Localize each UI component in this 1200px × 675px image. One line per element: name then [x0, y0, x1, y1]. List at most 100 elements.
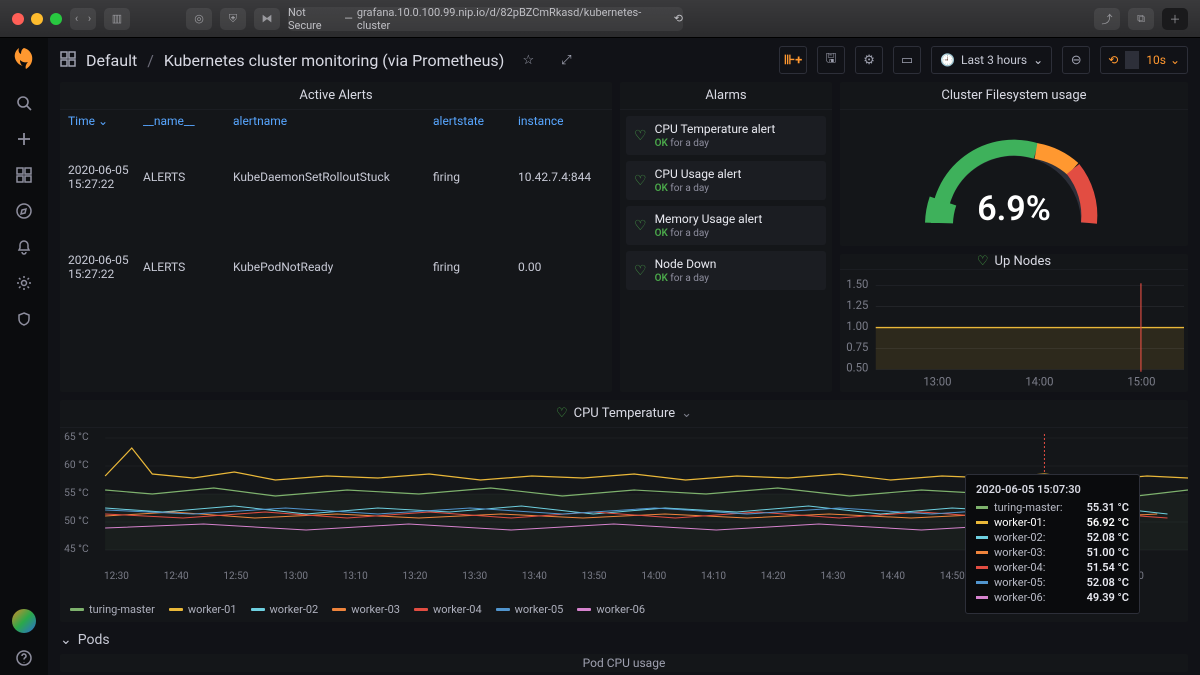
- address-bar[interactable]: Not Secure — grafana.10.0.100.99.nip.io/…: [288, 7, 683, 31]
- panel-filesystem-gauge: Cluster Filesystem usage 6.: [840, 82, 1188, 246]
- panel-title[interactable]: Cluster Filesystem usage: [840, 82, 1188, 110]
- grafana-logo-icon[interactable]: [10, 46, 38, 74]
- alarm-item[interactable]: ♡Node DownOK for a day: [626, 251, 826, 290]
- svg-text:50 °C: 50 °C: [64, 516, 89, 527]
- svg-text:0.75: 0.75: [846, 340, 868, 354]
- new-tab-icon[interactable]: ＋: [1162, 8, 1188, 30]
- tabs-icon[interactable]: ⧉: [1128, 8, 1154, 30]
- security-label: Not Secure: [288, 6, 340, 32]
- heart-icon: ♡: [977, 254, 989, 269]
- alarm-item[interactable]: ♡Memory Usage alertOK for a day: [626, 206, 826, 245]
- url-text: grafana.10.0.100.99.nip.io/d/82pBZCmRkas…: [357, 6, 664, 32]
- minimize-window-icon[interactable]: [31, 13, 43, 25]
- user-avatar[interactable]: [12, 609, 36, 633]
- chevron-down-icon: ⌄: [681, 406, 692, 421]
- table-row[interactable]: 2020-06-05 15:27:22ALERTSKubePodNotReady…: [60, 222, 612, 312]
- tooltip-row: turing-master:55.31 °C: [976, 500, 1129, 515]
- up-nodes-chart[interactable]: 1.50 1.25 1.00 0.75 0.50 13:00 14:00 15:00: [844, 274, 1184, 390]
- privacy-shield-icon[interactable]: ⛨: [220, 8, 246, 30]
- browser-chrome: ‹› ▥ ◎ ⛨ ⧓ Not Secure — grafana.10.0.100…: [0, 0, 1200, 38]
- panel-up-nodes: ♡Up Nodes 1.50 1.25 1.00 0.75 0.50: [840, 254, 1188, 392]
- heart-icon: ♡: [634, 218, 647, 234]
- svg-text:1.25: 1.25: [846, 298, 868, 312]
- dashboard-topbar: Default / Kubernetes cluster monitoring …: [48, 38, 1200, 82]
- col-alertstate[interactable]: alertstate: [433, 114, 518, 128]
- help-icon[interactable]: [7, 641, 41, 675]
- heart-icon: ♡: [634, 263, 647, 279]
- dashboard-settings-icon[interactable]: ⚙: [855, 46, 883, 74]
- create-icon[interactable]: [7, 122, 41, 156]
- heart-icon: ♡: [634, 173, 647, 189]
- col-instance[interactable]: instance: [518, 114, 604, 128]
- breadcrumb-dashboard[interactable]: Kubernetes cluster monitoring (via Prome…: [164, 51, 504, 70]
- zoom-out-icon[interactable]: ⊖: [1062, 46, 1090, 74]
- svg-text:65 °C: 65 °C: [64, 432, 89, 443]
- legend-item[interactable]: turing-master: [70, 603, 155, 616]
- shield-icon[interactable]: ◎: [186, 8, 212, 30]
- svg-text:13:00: 13:00: [923, 375, 951, 389]
- legend-item[interactable]: worker-02: [251, 603, 319, 616]
- app-sidebar: [0, 38, 48, 675]
- rss-icon[interactable]: ⧓: [254, 8, 280, 30]
- table-header: Time ⌄ __name__ alertname alertstate ins…: [60, 110, 612, 132]
- svg-text:15:00: 15:00: [1127, 375, 1155, 389]
- time-range-picker[interactable]: 🕘 Last 3 hours ⌄: [931, 46, 1052, 74]
- search-icon[interactable]: [7, 86, 41, 120]
- panel-title[interactable]: ♡CPU Temperature⌄: [60, 400, 1188, 428]
- panel-active-alerts: Active Alerts Time ⌄ __name__ alertname …: [60, 82, 612, 392]
- share-dashboard-icon[interactable]: ⤢: [552, 46, 580, 74]
- dashboards-grid-icon[interactable]: [60, 51, 76, 70]
- breadcrumb-workspace[interactable]: Default: [86, 51, 137, 70]
- legend-item[interactable]: worker-03: [332, 603, 400, 616]
- alerting-icon[interactable]: [7, 230, 41, 264]
- reload-icon[interactable]: ⟲: [674, 12, 683, 25]
- close-window-icon[interactable]: [12, 13, 24, 25]
- explore-icon[interactable]: [7, 194, 41, 228]
- alarm-item[interactable]: ♡CPU Usage alertOK for a day: [626, 161, 826, 200]
- add-panel-button[interactable]: ⊪+: [779, 46, 807, 74]
- svg-text:1.00: 1.00: [846, 319, 868, 333]
- star-icon[interactable]: ☆: [514, 46, 542, 74]
- alarm-item[interactable]: ♡CPU Temperature alertOK for a day: [626, 116, 826, 155]
- nav-back-forward[interactable]: ‹›: [70, 8, 96, 30]
- col-alertname[interactable]: alertname: [233, 114, 433, 128]
- tooltip-row: worker-05:52.08 °C: [976, 575, 1129, 590]
- tooltip-row: worker-02:52.08 °C: [976, 530, 1129, 545]
- chevron-down-icon: ⌄: [1170, 53, 1180, 67]
- panel-title[interactable]: Active Alerts: [60, 82, 612, 110]
- sidebar-toggle-icon[interactable]: ▥: [104, 8, 130, 30]
- table-row[interactable]: 2020-06-05 15:27:22ALERTSKubeDaemonSetRo…: [60, 132, 612, 222]
- legend-item[interactable]: worker-05: [496, 603, 564, 616]
- save-dashboard-icon[interactable]: 🖫: [817, 46, 845, 74]
- tooltip-row: worker-04:51.54 °C: [976, 560, 1129, 575]
- svg-text:55 °C: 55 °C: [64, 488, 89, 499]
- svg-text:1.50: 1.50: [846, 277, 868, 291]
- svg-text:0.50: 0.50: [846, 361, 868, 375]
- share-icon[interactable]: ⤴: [1094, 8, 1120, 30]
- server-admin-icon[interactable]: [7, 302, 41, 336]
- legend-item[interactable]: worker-04: [414, 603, 482, 616]
- heart-icon: ♡: [556, 406, 568, 421]
- legend-item[interactable]: worker-01: [169, 603, 237, 616]
- refresh-icon: ⟲: [1108, 53, 1118, 67]
- col-time[interactable]: Time ⌄: [68, 114, 143, 128]
- refresh-picker[interactable]: ⟲ 10s ⌄: [1100, 46, 1188, 74]
- maximize-window-icon[interactable]: [50, 13, 62, 25]
- configuration-icon[interactable]: [7, 266, 41, 300]
- gauge-chart: 6.9%: [919, 123, 1109, 233]
- section-toggle-pods[interactable]: ⌄Pods: [60, 632, 1188, 648]
- panel-title[interactable]: ♡Up Nodes: [840, 254, 1188, 270]
- tooltip-row: worker-03:51.00 °C: [976, 545, 1129, 560]
- chart-tooltip: 2020-06-05 15:07:30 turing-master:55.31 …: [965, 474, 1140, 614]
- cycle-view-icon[interactable]: ▭: [893, 46, 921, 74]
- panel-pod-cpu-usage[interactable]: Pod CPU usage: [60, 654, 1188, 672]
- clock-icon: 🕘: [940, 53, 955, 67]
- heart-icon: ♡: [634, 128, 647, 144]
- legend-item[interactable]: worker-06: [577, 603, 645, 616]
- tooltip-row: worker-06:49.39 °C: [976, 590, 1129, 605]
- panel-cpu-temperature: ♡CPU Temperature⌄ 65 °C60 °C55 °C50 °C45…: [60, 400, 1188, 622]
- panel-title[interactable]: Alarms: [620, 82, 832, 110]
- svg-text:14:00: 14:00: [1025, 375, 1053, 389]
- dashboards-icon[interactable]: [7, 158, 41, 192]
- col-name[interactable]: __name__: [143, 114, 233, 128]
